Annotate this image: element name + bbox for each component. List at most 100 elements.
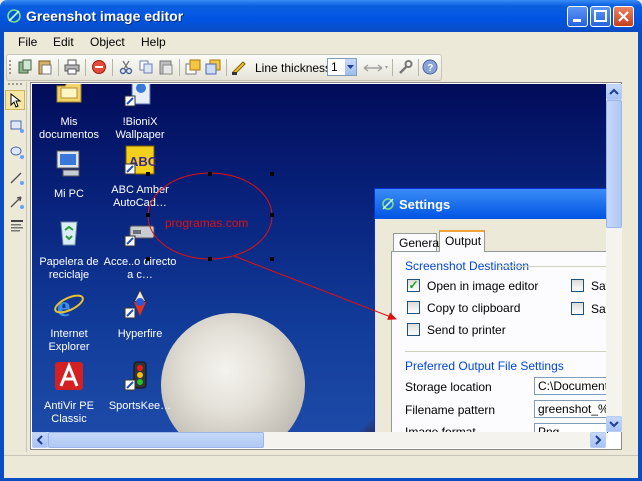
scroll-right-button[interactable] (590, 432, 606, 448)
ellipse-tool-icon[interactable] (9, 144, 25, 160)
scroll-left-button[interactable] (32, 432, 48, 448)
close-icon (618, 11, 629, 22)
desktop-icon-internet-explorer[interactable]: e Internet Explorer (32, 288, 109, 354)
menu-help[interactable]: Help (141, 35, 166, 49)
toolbar-separator (392, 59, 393, 76)
storage-location-field[interactable]: C:\Documents (534, 377, 607, 395)
close-object-icon[interactable] (91, 59, 107, 75)
menu-object[interactable]: Object (90, 35, 125, 49)
annotation-text[interactable]: programas.com (165, 216, 248, 230)
help-icon[interactable]: ? (422, 59, 438, 75)
text-tool-icon[interactable] (9, 218, 25, 234)
cut-icon[interactable] (118, 59, 134, 75)
desktop-icon-label: AntiVir PE Classic (44, 400, 94, 425)
vertical-scroll-thumb[interactable] (606, 100, 622, 228)
traffic-light-icon (124, 361, 147, 391)
settings-dialog: Settings General Output Screenshot Desti… (374, 188, 608, 433)
scroll-down-button[interactable] (606, 416, 622, 432)
tool-strip-grip-icon (8, 83, 22, 85)
select-cursor-icon (10, 92, 22, 108)
desktop-icon-label: SportsKee… (108, 400, 172, 412)
menu-edit[interactable]: Edit (53, 35, 74, 49)
desktop-icon-mis-documentos[interactable]: Mis documentos (32, 84, 109, 142)
desktop-icon-label: ABC Amber AutoCad… (111, 184, 169, 209)
group-divider (499, 266, 607, 267)
toolbar-separator (179, 59, 180, 76)
open-in-editor-checkbox[interactable]: ✓ (407, 279, 420, 292)
copy-icon[interactable] (138, 59, 154, 75)
save-as-option-checkbox[interactable] (571, 302, 584, 315)
horizontal-scroll-thumb[interactable] (48, 432, 264, 448)
preferred-output-title: Preferred Output File Settings (405, 359, 564, 373)
paste-object-icon[interactable] (158, 59, 174, 75)
rectangle-tool-icon[interactable] (9, 118, 25, 134)
desktop-icon-antivir[interactable]: AntiVir PE Classic (32, 360, 109, 426)
recycle-bin-icon (60, 221, 78, 246)
minimize-button[interactable] (567, 6, 588, 27)
internet-explorer-icon: e (54, 290, 84, 323)
desktop-icon-abc-amber[interactable]: ABC ABC Amber AutoCad… (100, 144, 180, 210)
chevron-right-icon (595, 435, 602, 445)
maximize-button[interactable] (590, 6, 611, 27)
filename-pattern-field[interactable]: greenshot_%Y (534, 400, 607, 418)
copy-to-clipboard-label: Copy to clipboard (427, 301, 521, 315)
settings-wrench-icon[interactable] (397, 59, 413, 75)
hyperfire-icon (124, 288, 147, 319)
save-option-checkbox[interactable] (571, 279, 584, 292)
desktop-icon-papelera[interactable]: Papelera de reciclaje (32, 216, 109, 282)
greenshot-app-icon (382, 198, 394, 210)
line-color-icon[interactable] (231, 59, 247, 75)
line-tool-icon[interactable] (9, 170, 25, 186)
chevron-up-icon (609, 88, 619, 95)
menu-bar: File Edit Object Help (4, 32, 638, 52)
tab-general[interactable]: General (393, 233, 442, 251)
filename-pattern-label: Filename pattern (405, 403, 496, 417)
send-backward-icon[interactable] (205, 59, 221, 75)
print-icon[interactable] (64, 59, 80, 75)
window-frame-right (638, 32, 642, 481)
scroll-up-button[interactable] (606, 84, 622, 100)
close-button[interactable] (613, 6, 634, 27)
copy-to-clipboard-checkbox[interactable] (407, 301, 420, 314)
desktop-icon-label: !BioniX Wallpaper (115, 116, 165, 141)
desktop-icon-label: Mis documentos (39, 116, 99, 141)
minimize-icon (573, 19, 581, 22)
bring-forward-icon[interactable] (185, 59, 201, 75)
toolbar-separator (85, 59, 86, 76)
arrow-tool-icon[interactable] (9, 194, 25, 210)
tool-strip (4, 82, 27, 452)
open-in-editor-label: Open in image editor (427, 279, 539, 293)
copy-to-clipboard-icon[interactable] (17, 59, 33, 75)
chevron-down-icon[interactable] (345, 59, 356, 75)
folder-icon (56, 84, 82, 103)
moon-wallpaper (161, 313, 305, 432)
window-title: Greenshot image editor (26, 8, 184, 24)
desktop-icon-mi-pc[interactable]: Mi PC (32, 148, 109, 201)
abc-amber-icon: ABC (124, 145, 158, 175)
toolbar-separator (418, 59, 419, 76)
group-divider (405, 351, 607, 352)
menu-file[interactable]: File (18, 35, 37, 49)
send-to-printer-label: Send to printer (427, 323, 506, 337)
desktop-icon-bionix[interactable]: !BioniX Wallpaper (100, 84, 180, 142)
toolbar-separator (226, 59, 227, 76)
wallpaper-app-icon (124, 84, 151, 107)
select-tool-button[interactable] (5, 90, 25, 110)
storage-location-label: Storage location (405, 380, 492, 394)
settings-dialog-title: Settings (399, 197, 451, 212)
desktop-icon-hyperfire[interactable]: Hyperfire (100, 288, 180, 341)
svg-text:e: e (57, 290, 70, 320)
desktop-icon-sportskeeper[interactable]: SportsKee… (100, 360, 180, 413)
shortcut-drive-icon (124, 225, 155, 247)
line-thickness-label: Line thickness (255, 61, 332, 75)
greenshot-app-icon (7, 9, 21, 23)
antivir-icon (55, 361, 83, 390)
desktop-icon-label: Mi PC (54, 188, 84, 200)
desktop-icon-label: Papelera de reciclaje (39, 256, 99, 281)
desktop-icon-label: Hyperfire (117, 328, 163, 340)
arrow-heads-icon[interactable] (362, 61, 390, 75)
paste-icon[interactable] (37, 59, 53, 75)
send-to-printer-checkbox[interactable] (407, 323, 420, 336)
tab-output[interactable]: Output (439, 230, 485, 252)
toolbar-separator (58, 59, 59, 76)
